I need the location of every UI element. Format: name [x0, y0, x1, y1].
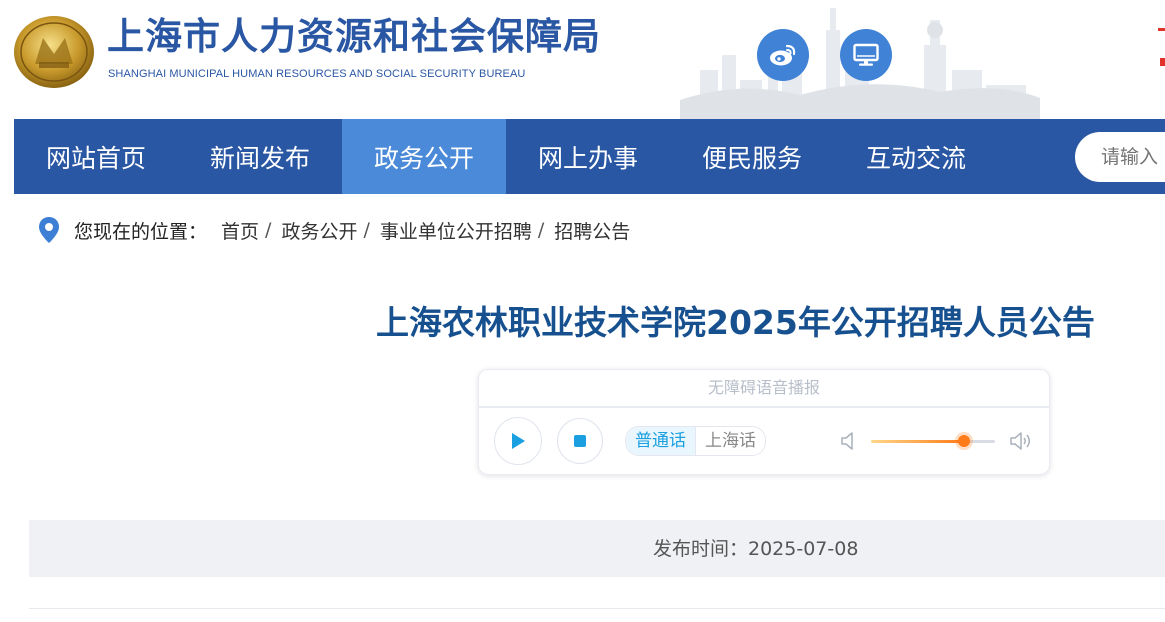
nav-item-interaction[interactable]: 互动交流: [834, 119, 998, 194]
breadcrumb-separator: /: [363, 219, 370, 241]
publish-info-bar: 发布时间：2025-07-08: [29, 520, 1165, 577]
breadcrumb-separator: /: [537, 219, 545, 241]
volume-slider-handle[interactable]: [958, 435, 970, 447]
volume-slider[interactable]: [871, 435, 995, 447]
site-title: 上海市人力资源和社会保障局: [107, 15, 601, 58]
site-header: 上海市人力资源和社会保障局 SHANGHAI MUNICIPAL HUMAN R…: [0, 0, 1165, 119]
search-input[interactable]: [1075, 132, 1165, 182]
breadcrumb: 您现在的位置： 首页 / 政务公开 / 事业单位公开招聘 / 招聘公告: [38, 214, 630, 246]
site-subtitle: SHANGHAI MUNICIPAL HUMAN RESOURCES AND S…: [108, 68, 526, 80]
player-header: 无障碍语音播报: [479, 370, 1049, 408]
play-icon: [512, 433, 525, 449]
nav-item-home[interactable]: 网站首页: [14, 119, 178, 194]
breadcrumb-separator: /: [265, 219, 272, 241]
location-pin-icon: [39, 217, 59, 243]
content-divider: [29, 608, 1165, 609]
volume-low-icon[interactable]: [839, 430, 859, 452]
accessibility-audio-player: 无障碍语音播报 普通话 上海话: [478, 369, 1050, 475]
breadcrumb-home[interactable]: 首页: [221, 217, 259, 244]
nav-item-convenience-services[interactable]: 便民服务: [670, 119, 834, 194]
nav-item-online-services[interactable]: 网上办事: [506, 119, 670, 194]
play-button[interactable]: [494, 417, 542, 465]
bureau-emblem-logo: [14, 16, 94, 88]
stop-icon: [574, 435, 586, 447]
weibo-button[interactable]: [757, 29, 809, 81]
language-shanghainese[interactable]: 上海话: [696, 427, 765, 455]
volume-high-icon[interactable]: [1009, 430, 1035, 452]
header-edge-decoration: [1158, 28, 1165, 66]
article-title: 上海农林职业技术学院2025年公开招聘人员公告: [376, 303, 1095, 342]
desktop-version-button[interactable]: [840, 29, 892, 81]
language-selector: 普通话 上海话: [625, 426, 766, 456]
breadcrumb-label: 您现在的位置：: [74, 220, 208, 243]
breadcrumb-government-affairs[interactable]: 政务公开: [281, 217, 357, 244]
publish-date: 发布时间：2025-07-08: [653, 538, 859, 560]
nav-item-government-affairs[interactable]: 政务公开: [342, 119, 506, 194]
language-mandarin[interactable]: 普通话: [626, 427, 696, 455]
nav-item-news[interactable]: 新闻发布: [178, 119, 342, 194]
volume-slider-fill: [871, 440, 964, 443]
computer-icon: [853, 43, 879, 66]
main-nav: 网站首页 新闻发布 政务公开 网上办事 便民服务 互动交流: [14, 119, 1165, 194]
weibo-icon: [770, 44, 796, 66]
stop-button[interactable]: [557, 418, 603, 464]
breadcrumb-recruitment-notice[interactable]: 招聘公告: [554, 217, 630, 244]
breadcrumb-public-recruitment[interactable]: 事业单位公开招聘: [380, 217, 532, 244]
